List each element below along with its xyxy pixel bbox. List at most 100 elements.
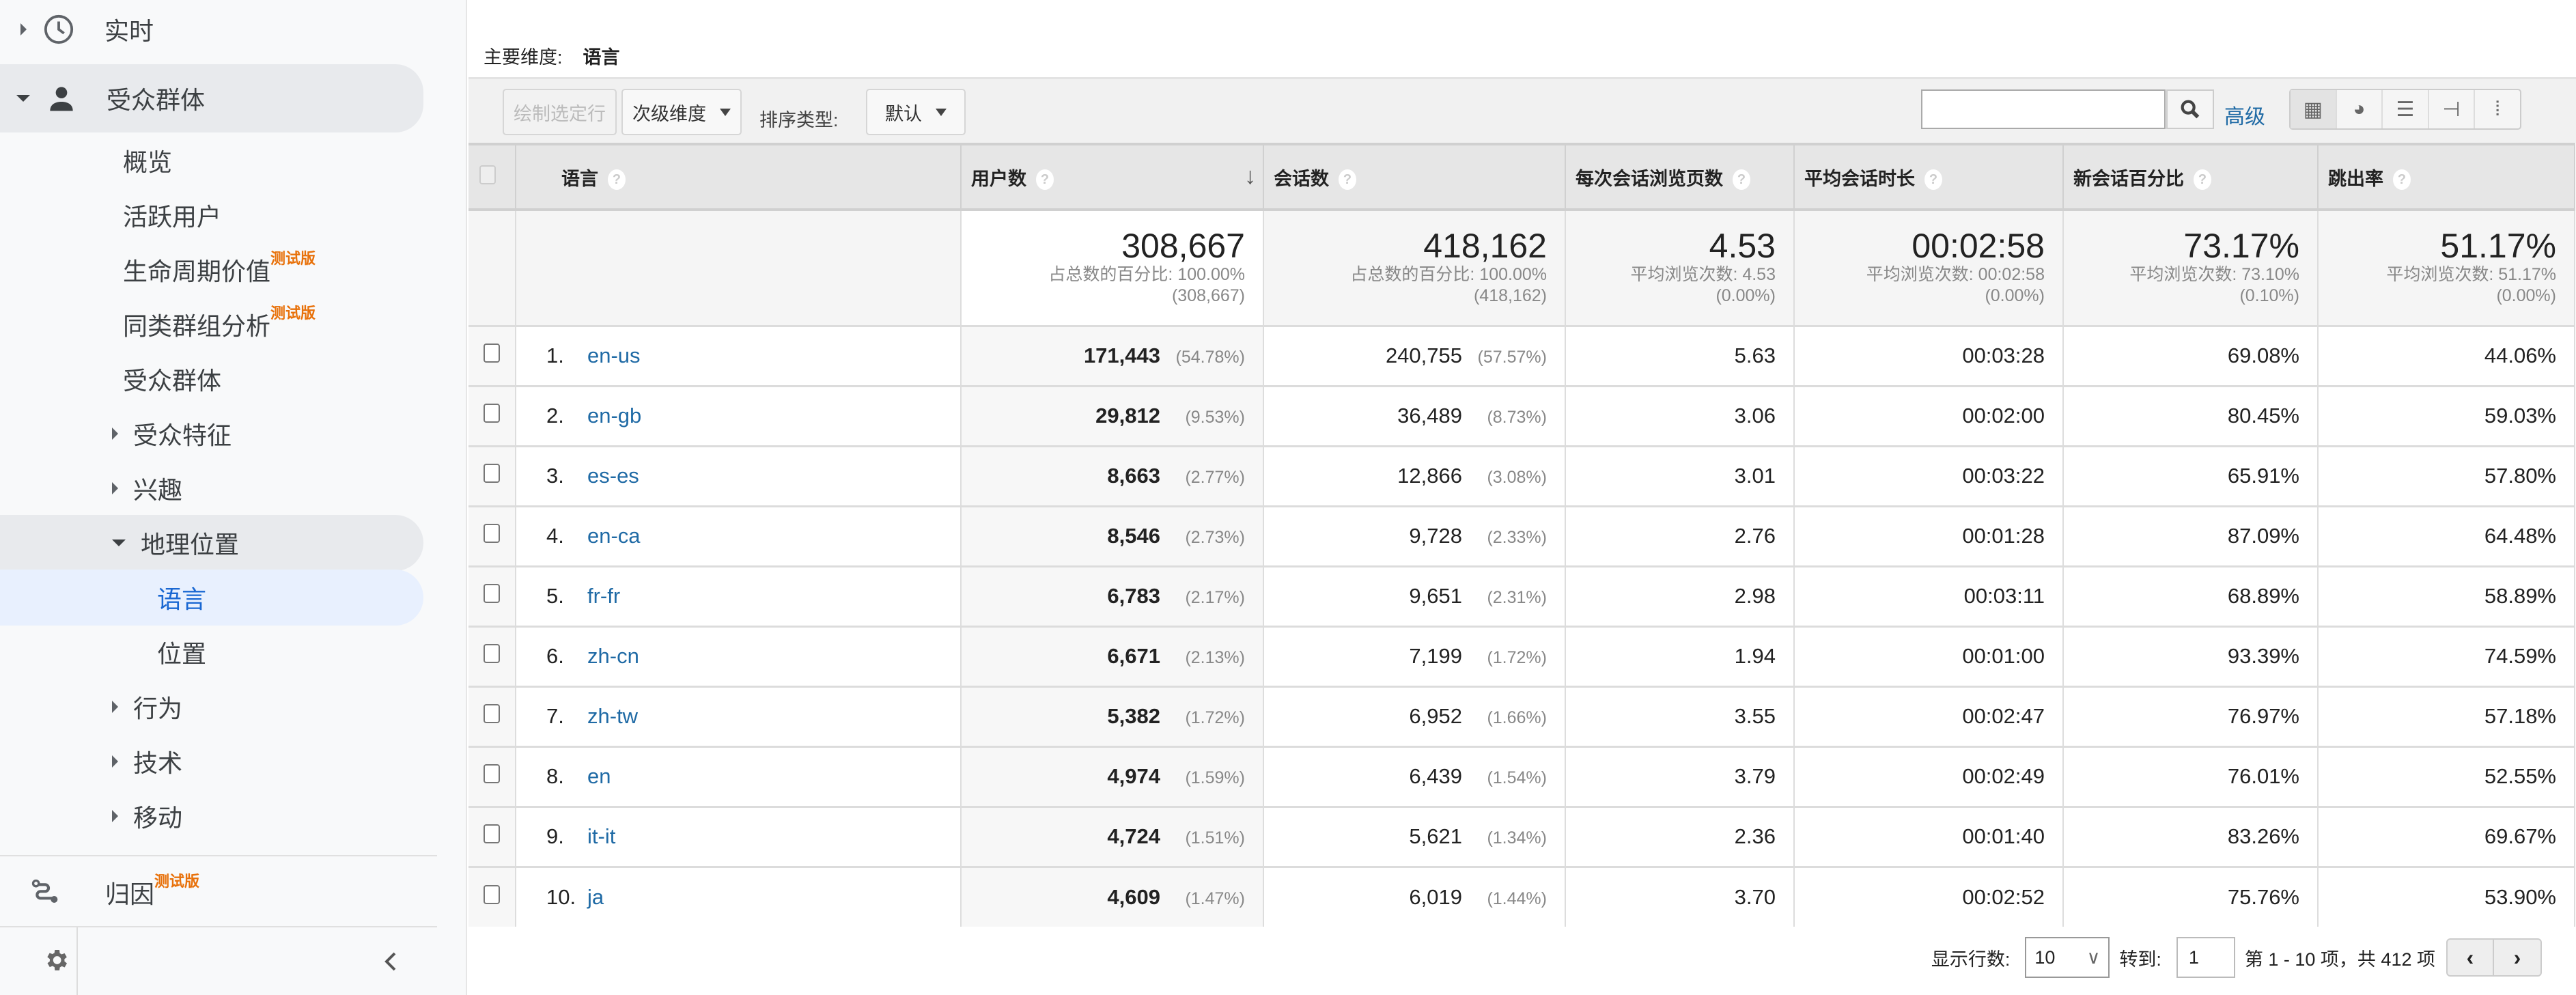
row-checkbox[interactable]	[484, 464, 500, 483]
language-link[interactable]: en-gb	[587, 404, 641, 428]
column-header-avg-duration[interactable]: 平均会话时长?	[1794, 143, 2064, 211]
gear-icon[interactable]	[42, 947, 70, 974]
sessions-percent: (1.44%)	[1487, 888, 1547, 908]
language-link[interactable]: en	[587, 764, 611, 788]
sidebar-item[interactable]: 位置	[0, 624, 206, 680]
column-label: 用户数	[971, 168, 1026, 189]
row-checkbox[interactable]	[484, 524, 500, 543]
expand-icon	[20, 23, 27, 36]
duration-value: 00:03:28	[1962, 344, 2045, 367]
row-checkbox-cell[interactable]	[468, 384, 516, 446]
collapse-icon	[16, 95, 30, 102]
sessions-value: 12,866	[1397, 464, 1462, 488]
pivot-view-icon[interactable]: ⦙	[2475, 90, 2520, 128]
row-checkbox[interactable]	[484, 644, 500, 663]
sessions-percent: (1.66%)	[1487, 708, 1547, 727]
sidebar-item[interactable]: 地理位置	[0, 515, 423, 571]
column-header-language[interactable]: 语言?	[516, 143, 962, 211]
summary-detail: 占总数的百分比: 100.00%	[1048, 265, 1245, 284]
help-icon[interactable]: ?	[2393, 169, 2411, 191]
row-checkbox-cell[interactable]	[468, 324, 516, 386]
sidebar-item[interactable]: 兴趣	[0, 460, 182, 516]
table-search-input[interactable]	[1921, 89, 2166, 129]
row-checkbox-cell[interactable]	[468, 685, 516, 746]
row-checkbox-cell[interactable]	[468, 505, 516, 566]
collapse-sidebar-icon[interactable]	[382, 951, 399, 972]
sidebar-item[interactable]: 技术	[0, 733, 182, 789]
row-checkbox[interactable]	[484, 584, 500, 603]
select-all-checkbox[interactable]	[468, 143, 516, 211]
language-link[interactable]: zh-tw	[587, 704, 638, 728]
bounce-rate-value: 74.59%	[2484, 644, 2556, 668]
row-checkbox-cell[interactable]	[468, 445, 516, 506]
row-checkbox-cell[interactable]	[468, 565, 516, 626]
row-checkbox-cell[interactable]	[468, 745, 516, 807]
column-header-bounce-rate[interactable]: 跳出率?	[2318, 143, 2575, 211]
row-checkbox[interactable]	[484, 704, 500, 723]
help-icon[interactable]: ?	[608, 169, 626, 191]
row-checkbox[interactable]	[484, 344, 500, 363]
search-button[interactable]	[2166, 89, 2214, 129]
sidebar-item-audience[interactable]: 受众群体	[0, 64, 423, 132]
language-link[interactable]: en-us	[587, 344, 641, 367]
bounce-rate-value: 52.55%	[2484, 764, 2556, 788]
checkbox	[479, 165, 496, 184]
duration-value: 00:01:28	[1962, 524, 2045, 548]
sidebar-item-attribution[interactable]: 归因 测试版	[0, 865, 423, 921]
primary-dimension-value[interactable]: 语言	[583, 47, 620, 68]
pages-cell: 2.98	[1565, 565, 1795, 626]
language-link[interactable]: it-it	[587, 824, 615, 848]
sidebar-item-realtime[interactable]: 实时	[0, 1, 423, 57]
column-header-sessions[interactable]: 会话数?	[1263, 143, 1566, 211]
language-link[interactable]: es-es	[587, 464, 639, 488]
divider	[0, 855, 437, 856]
sidebar-item[interactable]: 受众群体	[0, 351, 221, 407]
users-cell: 4,724 (1.51%)	[961, 805, 1264, 867]
sessions-cell: 7,199 (1.72%)	[1263, 625, 1566, 686]
help-icon[interactable]: ?	[1733, 169, 1750, 191]
language-link[interactable]: en-ca	[587, 524, 641, 548]
row-checkbox-cell[interactable]	[468, 625, 516, 686]
help-icon[interactable]: ?	[1924, 169, 1942, 191]
help-icon[interactable]: ?	[2194, 169, 2211, 191]
column-header-pages-per-session[interactable]: 每次会话浏览页数?	[1565, 143, 1795, 211]
row-checkbox-cell[interactable]	[468, 805, 516, 867]
bounce-rate-cell: 74.59%	[2318, 625, 2575, 686]
row-checkbox-cell[interactable]	[468, 865, 516, 927]
goto-page-input[interactable]: 1	[2176, 937, 2235, 978]
comparison-view-icon[interactable]: ⊣	[2429, 90, 2476, 128]
table-view-icon[interactable]: ▦	[2291, 90, 2337, 128]
performance-view-icon[interactable]: ☰	[2383, 90, 2429, 128]
sidebar-item[interactable]: 生命周期价值 测试版	[0, 242, 316, 298]
sidebar-item[interactable]: 受众特征	[0, 406, 232, 462]
language-link[interactable]: ja	[587, 885, 604, 909]
sidebar-item[interactable]: 移动	[0, 788, 182, 844]
prev-page-button[interactable]: ‹	[2448, 940, 2494, 975]
sidebar-item[interactable]: 活跃用户	[0, 187, 221, 243]
search-icon	[2181, 100, 2200, 119]
plot-rows-button[interactable]: 绘制选定行	[503, 89, 617, 135]
sort-type-dropdown[interactable]: 默认	[866, 89, 966, 135]
row-checkbox[interactable]	[484, 764, 500, 783]
help-icon[interactable]: ?	[1036, 169, 1054, 191]
secondary-dimension-dropdown[interactable]: 次级维度	[621, 89, 742, 135]
sessions-value: 7,199	[1409, 644, 1462, 668]
row-checkbox[interactable]	[484, 404, 500, 423]
sidebar-item[interactable]: 同类群组分析 测试版	[0, 296, 316, 352]
sidebar-item[interactable]: 行为	[0, 679, 182, 735]
help-icon[interactable]: ?	[1339, 169, 1356, 191]
sidebar-item[interactable]: 语言	[0, 570, 423, 626]
language-link[interactable]: fr-fr	[587, 584, 620, 608]
bounce-rate-value: 57.80%	[2484, 464, 2556, 488]
column-header-users[interactable]: 用户数? ↓	[961, 143, 1264, 211]
language-link[interactable]: zh-cn	[587, 644, 639, 668]
users-cell: 6,783 (2.17%)	[961, 565, 1264, 626]
advanced-filter-link[interactable]: 高级	[2224, 100, 2265, 130]
rows-per-page-select[interactable]: 10 ∨	[2025, 937, 2110, 978]
next-page-button[interactable]: ›	[2494, 940, 2540, 975]
sidebar-item[interactable]: 概览	[0, 132, 172, 188]
pie-view-icon[interactable]: ◕	[2337, 90, 2383, 128]
row-checkbox[interactable]	[484, 884, 500, 904]
row-checkbox[interactable]	[484, 824, 500, 843]
column-header-new-sessions[interactable]: 新会话百分比?	[2063, 143, 2319, 211]
